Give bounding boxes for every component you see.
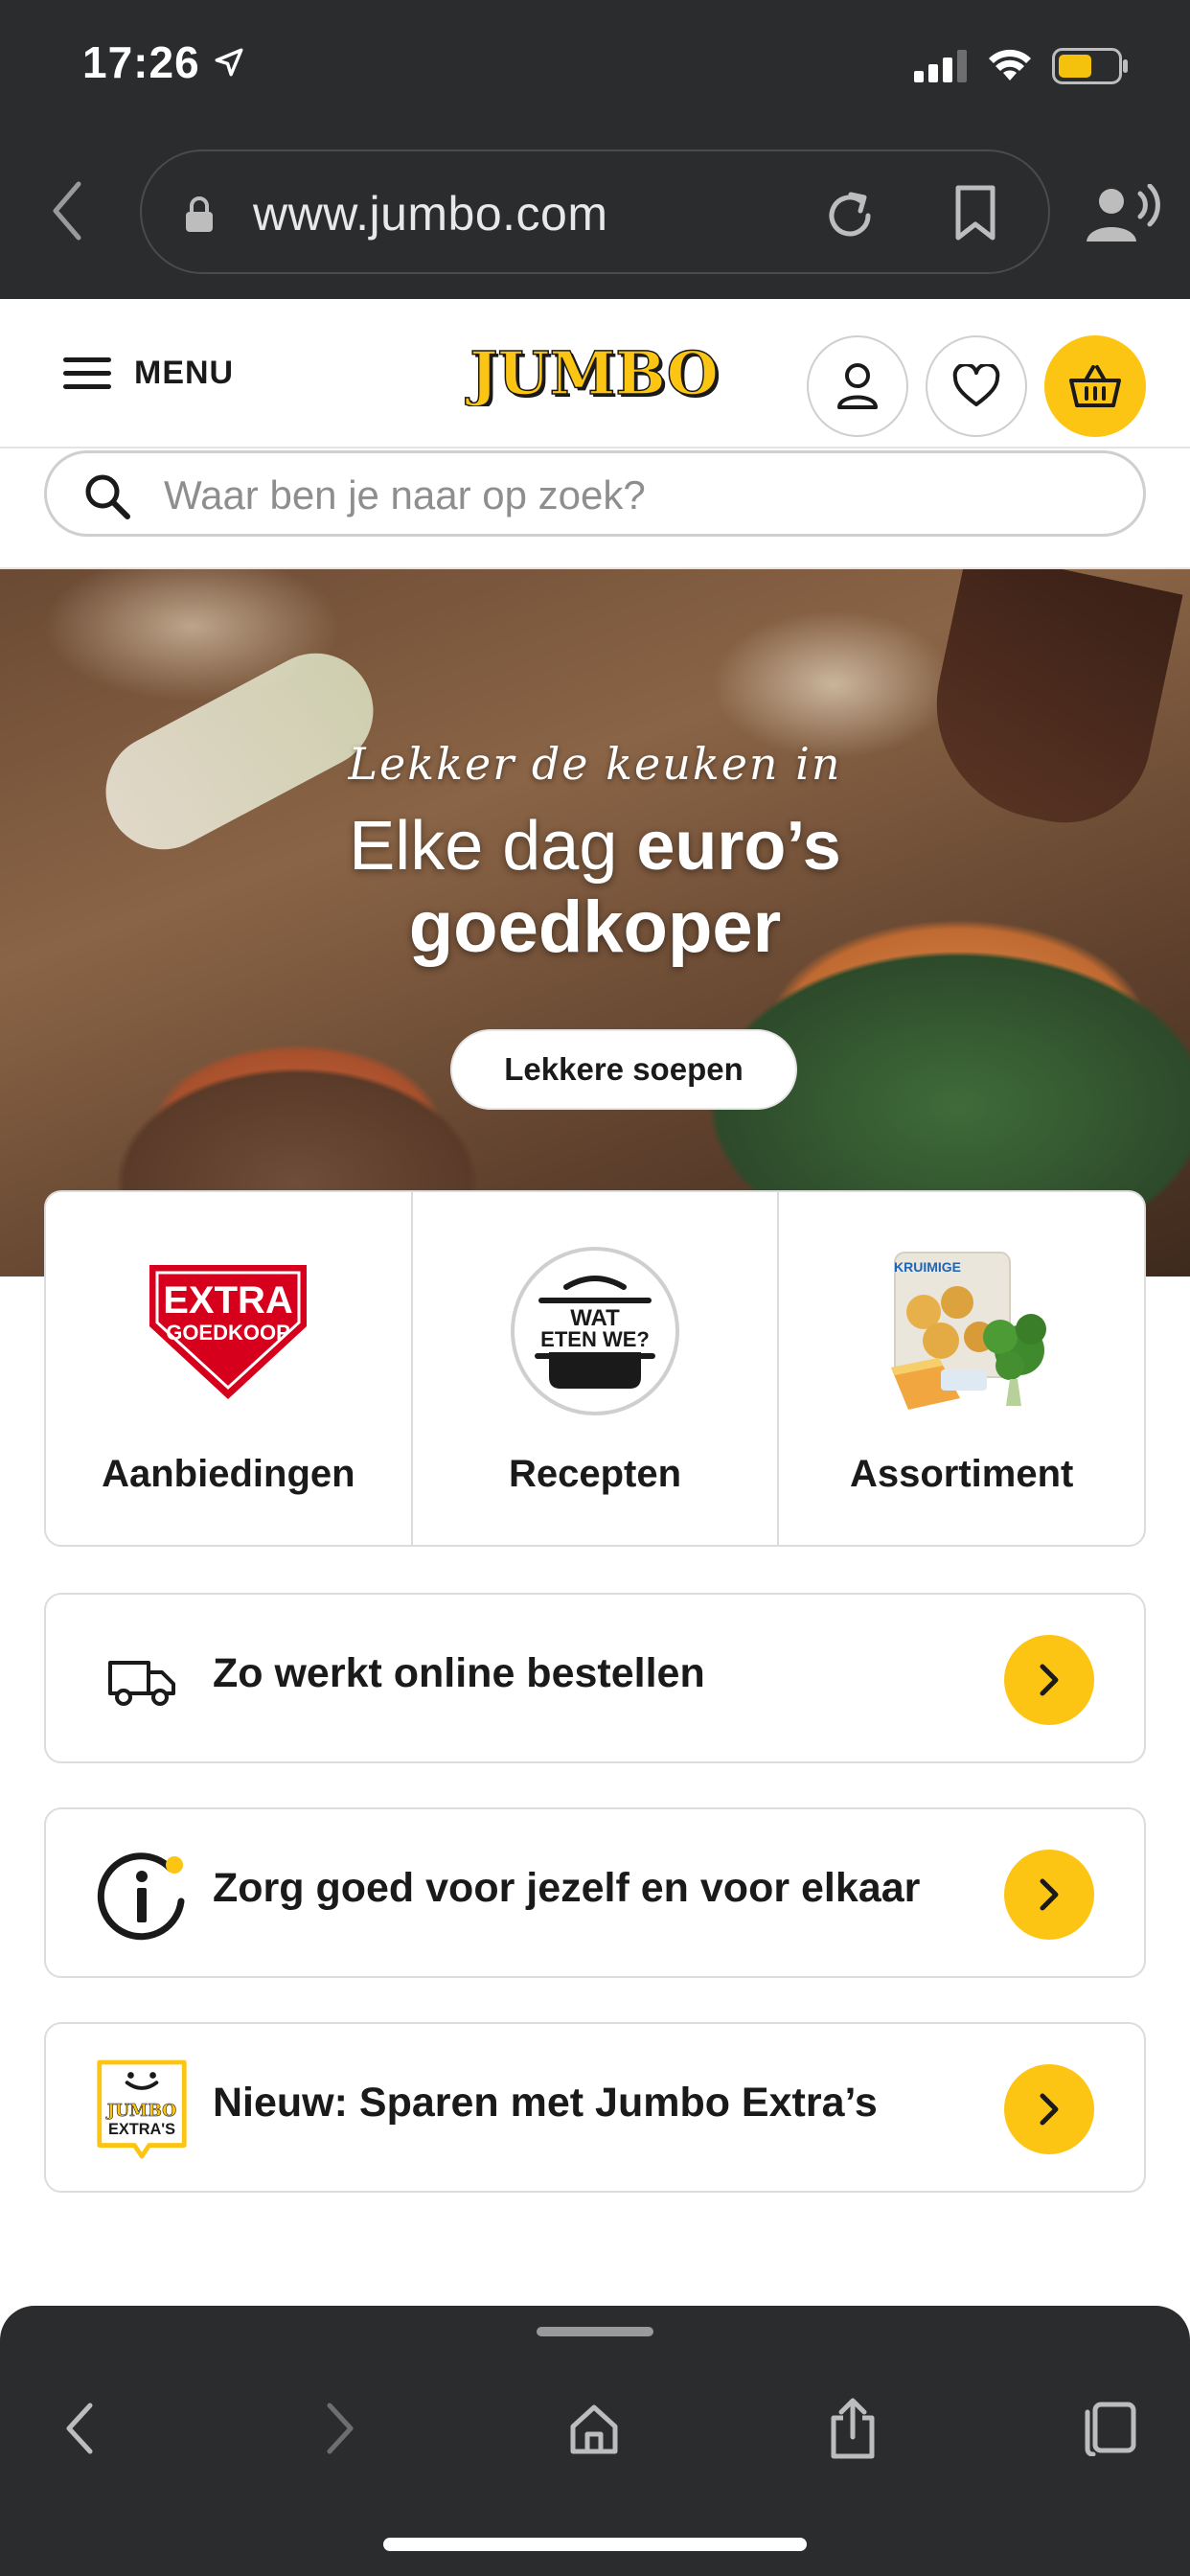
info-row-label: Nieuw: Sparen met Jumbo Extra’s [213, 2080, 878, 2126]
cellular-signal-icon [914, 50, 967, 82]
wifi-icon [989, 49, 1031, 80]
browser-top-chrome: 17:26 www.jumbo.com [0, 0, 1190, 299]
jumbo-logo[interactable]: JUMBO JUMBO [464, 339, 724, 406]
truck-icon [94, 1633, 190, 1729]
basket-icon [1069, 365, 1121, 407]
location-arrow-icon [215, 48, 243, 77]
reader-voice-icon[interactable] [1085, 184, 1161, 245]
hero-cta-button[interactable]: Lekkere soepen [450, 1029, 797, 1110]
share-icon[interactable] [818, 2394, 887, 2463]
basket-button[interactable] [1044, 335, 1146, 437]
info-row-label: Zo werkt online bestellen [213, 1650, 705, 1696]
menu-button[interactable]: MENU [63, 355, 234, 392]
category-label: Recepten [508, 1453, 682, 1495]
bookmark-icon[interactable] [952, 184, 998, 242]
search-placeholder: Waar ben je naar op zoek? [164, 472, 646, 518]
heart-icon [952, 364, 1000, 406]
menu-label: MENU [134, 355, 235, 391]
hero-tagline: Lekker de keuken in [348, 738, 842, 790]
lock-icon [186, 196, 213, 232]
reload-icon[interactable] [822, 188, 878, 243]
jumbo-extras-link[interactable]: JUMBO EXTRA'S Nieuw: Sparen met Jumbo Ex… [44, 2022, 1146, 2193]
category-aanbiedingen[interactable]: EXTRA GOEDKOOP Aanbiedingen [46, 1192, 411, 1545]
url-text[interactable]: www.jumbo.com [253, 186, 608, 242]
svg-text:EXTRA'S: EXTRA'S [108, 2121, 175, 2138]
browser-bottom-toolbar [0, 2306, 1190, 2576]
status-time: 17:26 [82, 37, 200, 87]
back-icon[interactable] [46, 2394, 115, 2463]
category-label: Aanbiedingen [102, 1453, 355, 1495]
assortiment-product-image: KRUIMIGE [861, 1240, 1063, 1422]
home-icon[interactable] [560, 2394, 629, 2463]
home-indicator[interactable] [383, 2538, 807, 2551]
svg-text:JUMBO: JUMBO [465, 339, 719, 406]
hero-image-hand [915, 569, 1183, 840]
self-care-link[interactable]: Zorg goed voor jezelf en voor elkaar [44, 1807, 1146, 1978]
svg-text:JUMBO: JUMBO [105, 2102, 176, 2121]
forward-icon[interactable] [305, 2394, 374, 2463]
toolbar-grabber[interactable] [537, 2327, 653, 2336]
extra-goedkoop-badge: EXTRA GOEDKOOP [127, 1240, 329, 1422]
info-icon [94, 1848, 190, 1944]
wat-eten-we-badge: WAT ETEN WE? [494, 1240, 696, 1422]
search-input[interactable]: Waar ben je naar op zoek? [44, 450, 1146, 537]
site-header: MENU JUMBO JUMBO [0, 299, 1190, 448]
search-icon [85, 474, 130, 519]
tabs-icon[interactable] [1075, 2394, 1144, 2463]
category-recepten[interactable]: WAT ETEN WE? Recepten [410, 1192, 778, 1545]
svg-text:EXTRA: EXTRA [164, 1279, 294, 1322]
category-cards: EXTRA GOEDKOOP Aanbiedingen WAT ETEN WE?… [44, 1190, 1146, 1547]
svg-text:KRUIMIGE: KRUIMIGE [894, 1259, 961, 1275]
hero-title-line1: Elke dag euro’s [349, 808, 841, 885]
chevron-right-icon [1004, 2064, 1094, 2154]
hero-banner[interactable]: Lekker de keuken in Elke dag euro’s goed… [0, 567, 1190, 1276]
account-button[interactable] [807, 335, 908, 437]
category-label: Assortiment [849, 1453, 1074, 1495]
online-ordering-link[interactable]: Zo werkt online bestellen [44, 1593, 1146, 1763]
status-bar: 17:26 [0, 0, 1190, 128]
browser-back-icon[interactable] [46, 178, 88, 243]
category-assortiment[interactable]: KRUIMIGE Assortiment [777, 1192, 1144, 1545]
hamburger-icon [63, 356, 113, 392]
hero-title-line2: goedkoper [408, 886, 782, 968]
favorites-button[interactable] [926, 335, 1027, 437]
chevron-right-icon [1004, 1850, 1094, 1940]
svg-text:ETEN WE?: ETEN WE? [540, 1327, 650, 1351]
jumbo-extras-icon: JUMBO EXTRA'S [94, 2059, 190, 2159]
info-row-label: Zorg goed voor jezelf en voor elkaar [213, 1865, 921, 1911]
svg-text:GOEDKOOP: GOEDKOOP [167, 1321, 291, 1345]
user-icon [837, 363, 878, 409]
battery-icon [1052, 48, 1128, 84]
chevron-right-icon [1004, 1635, 1094, 1725]
